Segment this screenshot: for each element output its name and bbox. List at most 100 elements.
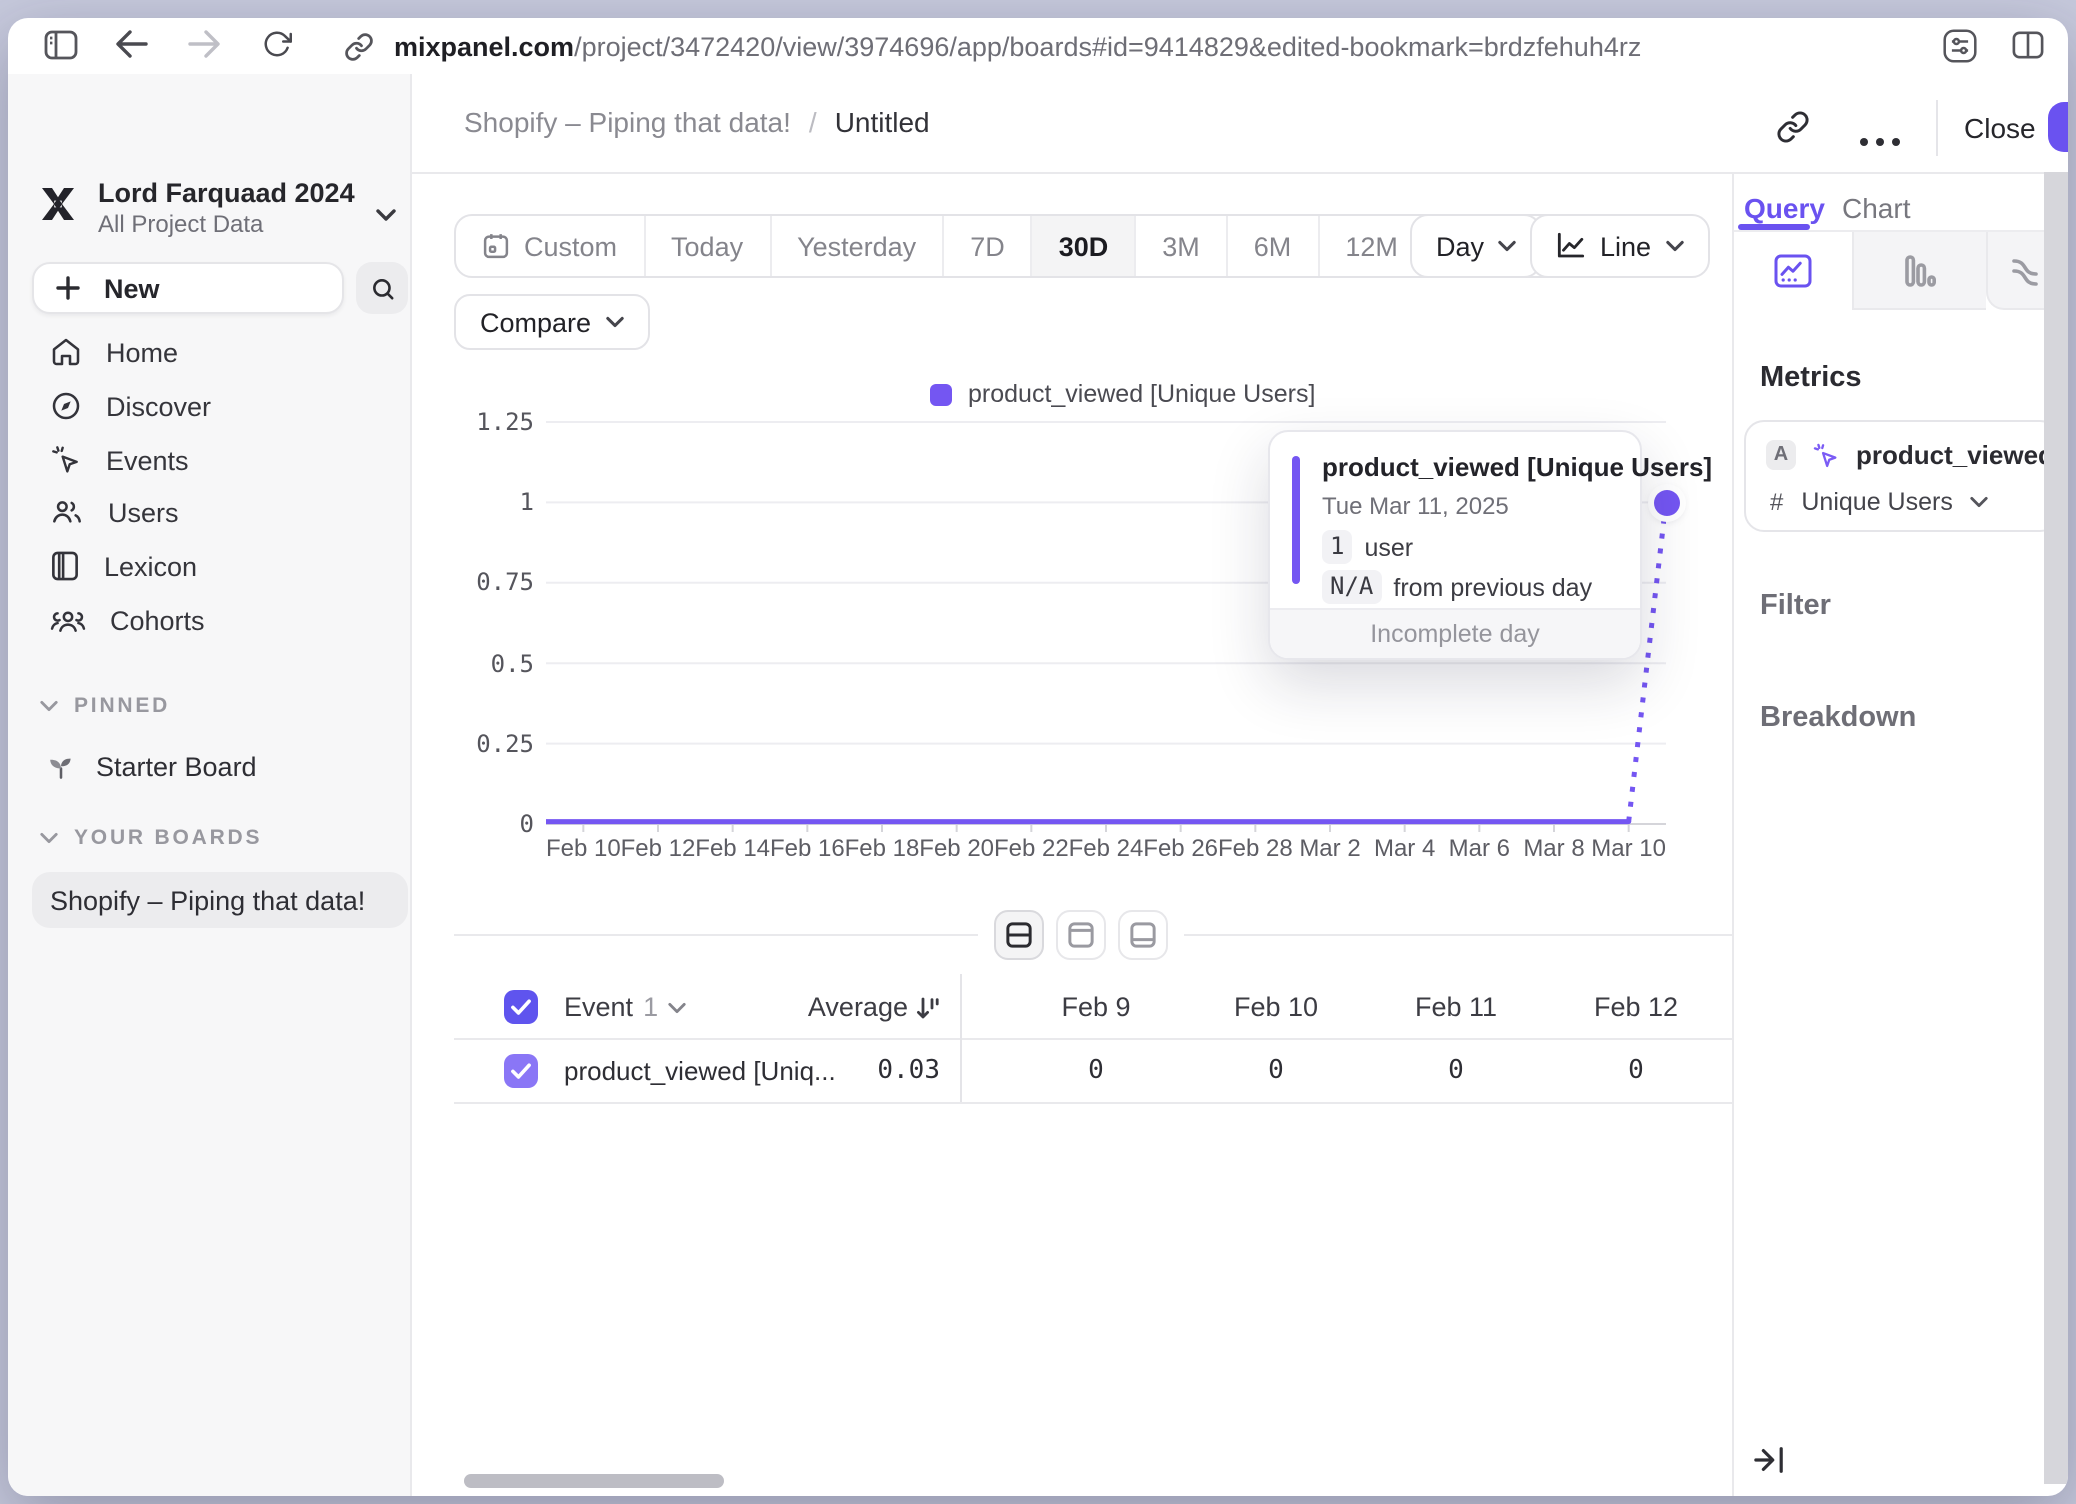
your-boards-section-header[interactable]: YOUR BOARDS: [40, 826, 262, 850]
date-column-header[interactable]: Feb 12: [1546, 992, 1726, 1022]
x-axis-tick-label: Feb 22: [994, 834, 1069, 862]
row-cell-value: 0: [1546, 1056, 1726, 1086]
chart-legend[interactable]: product_viewed [Unique Users]: [930, 380, 1315, 408]
browser-forward-icon[interactable]: [188, 30, 220, 58]
metric-aggregation-row[interactable]: # Unique Users: [1770, 488, 1989, 516]
copy-link-icon[interactable]: [1776, 110, 1810, 154]
tooltip-footer: Incomplete day: [1270, 608, 1640, 658]
event-column-header[interactable]: Event 1: [564, 992, 686, 1022]
granularity-label: Day: [1436, 231, 1484, 261]
vertical-scrollbar-track[interactable]: [2044, 172, 2068, 1484]
x-axis-tick-label: Feb 18: [845, 834, 920, 862]
date-range-option-30d[interactable]: 30D: [1031, 216, 1135, 276]
report-tab-funnels[interactable]: [1852, 232, 1986, 310]
save-button-partial[interactable]: [2048, 102, 2068, 152]
chevron-down-icon: [668, 1001, 686, 1013]
sidebar-item-starter-board[interactable]: Starter Board: [46, 752, 257, 782]
more-options-icon[interactable]: [1858, 122, 1902, 158]
chevron-down-icon: [605, 316, 623, 328]
row-checkbox[interactable]: [504, 1054, 538, 1088]
event-cursor-icon: [1812, 441, 1840, 469]
row-average-value: 0.03: [796, 1056, 940, 1086]
seedling-icon: [46, 752, 76, 782]
check-icon: [510, 1062, 532, 1080]
row-event-label[interactable]: product_viewed [Uniq...: [564, 1056, 836, 1086]
bar-chart-icon: [1904, 253, 1936, 287]
project-name[interactable]: Lord Farquaad 2024: [98, 178, 355, 208]
horizontal-scrollbar-thumb[interactable]: [464, 1474, 724, 1488]
sidebar-item-events[interactable]: Events: [28, 434, 400, 486]
pinned-section-label: PINNED: [74, 694, 170, 718]
tooltip-delta-row: N/A from previous day: [1322, 570, 1592, 604]
compare-button[interactable]: Compare: [454, 294, 649, 350]
date-range-option-6m[interactable]: 6M: [1226, 216, 1318, 276]
granularity-dropdown[interactable]: Day: [1410, 214, 1542, 278]
book-icon: [50, 550, 80, 582]
metric-event-row[interactable]: A product_viewed: [1766, 440, 2054, 470]
search-button[interactable]: [356, 262, 408, 314]
date-range-option-3m[interactable]: 3M: [1134, 216, 1226, 276]
sidebar-item-cohorts[interactable]: Cohorts: [28, 594, 400, 646]
x-axis-tick-label: Feb 20: [919, 834, 994, 862]
filter-heading: Filter: [1760, 590, 1831, 622]
new-button[interactable]: New: [32, 262, 344, 314]
metric-card[interactable]: A product_viewed # Unique Users: [1744, 420, 2060, 532]
average-column-header[interactable]: Average: [796, 992, 940, 1022]
close-button[interactable]: Close: [1964, 112, 2036, 144]
table-header-border: [454, 1038, 1732, 1040]
browser-reload-icon[interactable]: [262, 28, 292, 60]
sidebar-item-discover[interactable]: Discover: [28, 380, 400, 432]
sidebar-item-board-selected[interactable]: Shopify – Piping that data!: [32, 872, 408, 928]
date-range-option-custom[interactable]: Custom: [456, 216, 643, 276]
browser-split-view-icon[interactable]: [2012, 30, 2044, 60]
x-axis-tick-label: Feb 16: [770, 834, 845, 862]
date-range-option-7d[interactable]: 7D: [942, 216, 1031, 276]
browser-window: mixpanel.com/project/3472420/view/397469…: [8, 18, 2068, 1496]
breadcrumb-board[interactable]: Shopify – Piping that data!: [464, 106, 791, 138]
breadcrumb: Shopify – Piping that data! / Untitled: [464, 106, 930, 138]
date-column-header[interactable]: Feb 9: [1006, 992, 1186, 1022]
legend-label: product_viewed [Unique Users]: [968, 380, 1315, 408]
mixpanel-logo-icon[interactable]: [34, 180, 82, 228]
date-column-header[interactable]: Feb 11: [1366, 992, 1546, 1022]
query-panel-border: [1732, 172, 1734, 1496]
home-icon: [50, 336, 82, 368]
date-range-option-yesterday[interactable]: Yesterday: [769, 216, 942, 276]
header-divider: [1936, 100, 1938, 156]
chart-end-point[interactable]: [1653, 489, 1679, 515]
pinned-section-header[interactable]: PINNED: [40, 694, 170, 718]
compass-icon: [50, 390, 82, 422]
breadcrumb-page-title[interactable]: Untitled: [835, 106, 930, 138]
date-range-label: Custom: [524, 231, 617, 261]
layout-split-button[interactable]: [994, 910, 1044, 960]
sidebar-item-lexicon[interactable]: Lexicon: [28, 540, 400, 592]
project-switcher-chevron-icon[interactable]: [376, 196, 396, 232]
layout-chart-only-button[interactable]: [1056, 910, 1106, 960]
legend-swatch: [930, 383, 952, 405]
y-axis-tick-label: 0: [446, 810, 534, 838]
address-bar[interactable]: mixpanel.com/project/3472420/view/397469…: [394, 32, 1641, 62]
tooltip-title: product_viewed [Unique Users]: [1322, 452, 1712, 482]
y-axis-tick-label: 0.75: [446, 569, 534, 597]
metrics-heading: Metrics: [1760, 362, 1862, 394]
date-range-option-today[interactable]: Today: [643, 216, 769, 276]
browser-back-icon[interactable]: [116, 30, 148, 58]
metric-event-name: product_viewed: [1856, 440, 2054, 470]
layout-table-only-button[interactable]: [1118, 910, 1168, 960]
x-axis-tick-label: Feb 14: [695, 834, 770, 862]
event-count: 1: [643, 992, 658, 1022]
browser-sidebar-toggle-icon[interactable]: [44, 30, 78, 60]
report-tab-insights[interactable]: [1734, 232, 1852, 310]
date-column-header[interactable]: Feb 10: [1186, 992, 1366, 1022]
select-all-checkbox[interactable]: [504, 990, 538, 1024]
browser-extensions-icon[interactable]: [1942, 28, 1978, 64]
tooltip-delta-label: from previous day: [1393, 573, 1592, 601]
collapse-panel-icon[interactable]: [1754, 1446, 1784, 1484]
tab-chart[interactable]: Chart: [1842, 192, 1910, 224]
chart-type-dropdown[interactable]: Line: [1530, 214, 1709, 278]
sidebar-item-home[interactable]: Home: [28, 326, 400, 378]
sidebar-item-label: Users: [108, 497, 179, 527]
tab-query[interactable]: Query: [1744, 192, 1825, 224]
date-range-option-12m[interactable]: 12M: [1317, 216, 1424, 276]
sidebar-item-users[interactable]: Users: [28, 486, 400, 538]
